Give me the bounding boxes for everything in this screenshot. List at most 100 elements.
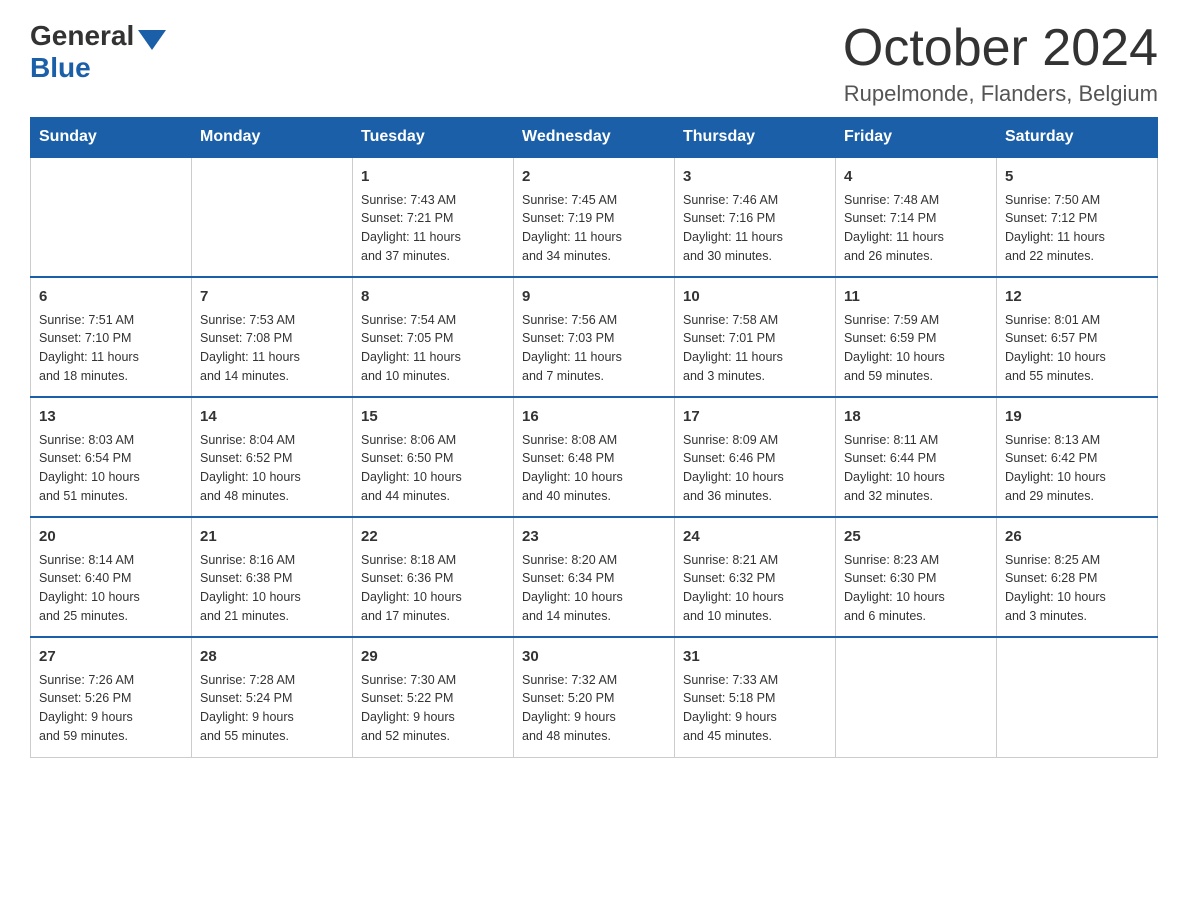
calendar-header-cell: Wednesday — [514, 118, 675, 158]
day-info: Sunrise: 7:28 AMSunset: 5:24 PMDaylight:… — [200, 671, 344, 746]
logo: General Blue — [30, 20, 170, 84]
day-info: Sunrise: 8:13 AMSunset: 6:42 PMDaylight:… — [1005, 431, 1149, 506]
day-info: Sunrise: 8:16 AMSunset: 6:38 PMDaylight:… — [200, 551, 344, 626]
calendar-day-cell: 21Sunrise: 8:16 AMSunset: 6:38 PMDayligh… — [192, 517, 353, 637]
day-number: 5 — [1005, 166, 1149, 189]
day-number: 14 — [200, 406, 344, 429]
calendar-day-cell: 24Sunrise: 8:21 AMSunset: 6:32 PMDayligh… — [675, 517, 836, 637]
day-info: Sunrise: 8:23 AMSunset: 6:30 PMDaylight:… — [844, 551, 988, 626]
day-info: Sunrise: 7:45 AMSunset: 7:19 PMDaylight:… — [522, 191, 666, 266]
logo-blue-text: Blue — [30, 52, 91, 84]
calendar-header-cell: Tuesday — [353, 118, 514, 158]
page-header: General Blue October 2024 Rupelmonde, Fl… — [30, 20, 1158, 107]
day-number: 10 — [683, 286, 827, 309]
calendar-body: 1Sunrise: 7:43 AMSunset: 7:21 PMDaylight… — [31, 157, 1158, 757]
calendar-day-cell: 1Sunrise: 7:43 AMSunset: 7:21 PMDaylight… — [353, 157, 514, 277]
day-number: 6 — [39, 286, 183, 309]
calendar-day-cell: 10Sunrise: 7:58 AMSunset: 7:01 PMDayligh… — [675, 277, 836, 397]
calendar-day-cell: 3Sunrise: 7:46 AMSunset: 7:16 PMDaylight… — [675, 157, 836, 277]
day-info: Sunrise: 8:09 AMSunset: 6:46 PMDaylight:… — [683, 431, 827, 506]
calendar-day-cell: 8Sunrise: 7:54 AMSunset: 7:05 PMDaylight… — [353, 277, 514, 397]
day-info: Sunrise: 8:03 AMSunset: 6:54 PMDaylight:… — [39, 431, 183, 506]
day-info: Sunrise: 8:25 AMSunset: 6:28 PMDaylight:… — [1005, 551, 1149, 626]
calendar-day-cell: 20Sunrise: 8:14 AMSunset: 6:40 PMDayligh… — [31, 517, 192, 637]
day-number: 11 — [844, 286, 988, 309]
day-info: Sunrise: 7:54 AMSunset: 7:05 PMDaylight:… — [361, 311, 505, 386]
day-info: Sunrise: 7:46 AMSunset: 7:16 PMDaylight:… — [683, 191, 827, 266]
calendar-day-cell: 25Sunrise: 8:23 AMSunset: 6:30 PMDayligh… — [836, 517, 997, 637]
day-number: 29 — [361, 646, 505, 669]
location-title: Rupelmonde, Flanders, Belgium — [843, 81, 1158, 107]
day-info: Sunrise: 7:59 AMSunset: 6:59 PMDaylight:… — [844, 311, 988, 386]
day-number: 19 — [1005, 406, 1149, 429]
day-number: 12 — [1005, 286, 1149, 309]
calendar-week-row: 13Sunrise: 8:03 AMSunset: 6:54 PMDayligh… — [31, 397, 1158, 517]
calendar-day-cell: 11Sunrise: 7:59 AMSunset: 6:59 PMDayligh… — [836, 277, 997, 397]
day-info: Sunrise: 8:01 AMSunset: 6:57 PMDaylight:… — [1005, 311, 1149, 386]
day-info: Sunrise: 7:53 AMSunset: 7:08 PMDaylight:… — [200, 311, 344, 386]
day-number: 31 — [683, 646, 827, 669]
day-info: Sunrise: 7:51 AMSunset: 7:10 PMDaylight:… — [39, 311, 183, 386]
calendar-week-row: 20Sunrise: 8:14 AMSunset: 6:40 PMDayligh… — [31, 517, 1158, 637]
calendar-day-cell: 16Sunrise: 8:08 AMSunset: 6:48 PMDayligh… — [514, 397, 675, 517]
day-number: 22 — [361, 526, 505, 549]
day-number: 7 — [200, 286, 344, 309]
day-info: Sunrise: 8:04 AMSunset: 6:52 PMDaylight:… — [200, 431, 344, 506]
calendar-day-cell — [192, 157, 353, 277]
day-number: 27 — [39, 646, 183, 669]
day-info: Sunrise: 8:11 AMSunset: 6:44 PMDaylight:… — [844, 431, 988, 506]
month-title: October 2024 — [843, 20, 1158, 77]
calendar-day-cell: 5Sunrise: 7:50 AMSunset: 7:12 PMDaylight… — [997, 157, 1158, 277]
day-number: 8 — [361, 286, 505, 309]
day-number: 18 — [844, 406, 988, 429]
calendar-day-cell: 2Sunrise: 7:45 AMSunset: 7:19 PMDaylight… — [514, 157, 675, 277]
calendar-day-cell — [31, 157, 192, 277]
calendar-day-cell: 7Sunrise: 7:53 AMSunset: 7:08 PMDaylight… — [192, 277, 353, 397]
calendar-day-cell: 30Sunrise: 7:32 AMSunset: 5:20 PMDayligh… — [514, 637, 675, 757]
calendar-day-cell: 27Sunrise: 7:26 AMSunset: 5:26 PMDayligh… — [31, 637, 192, 757]
calendar-day-cell: 4Sunrise: 7:48 AMSunset: 7:14 PMDaylight… — [836, 157, 997, 277]
calendar-week-row: 27Sunrise: 7:26 AMSunset: 5:26 PMDayligh… — [31, 637, 1158, 757]
calendar-header-cell: Sunday — [31, 118, 192, 158]
day-info: Sunrise: 7:33 AMSunset: 5:18 PMDaylight:… — [683, 671, 827, 746]
calendar-week-row: 1Sunrise: 7:43 AMSunset: 7:21 PMDaylight… — [31, 157, 1158, 277]
calendar-header: SundayMondayTuesdayWednesdayThursdayFrid… — [31, 118, 1158, 158]
day-number: 25 — [844, 526, 988, 549]
day-number: 3 — [683, 166, 827, 189]
day-number: 21 — [200, 526, 344, 549]
day-info: Sunrise: 8:14 AMSunset: 6:40 PMDaylight:… — [39, 551, 183, 626]
day-info: Sunrise: 7:56 AMSunset: 7:03 PMDaylight:… — [522, 311, 666, 386]
day-number: 13 — [39, 406, 183, 429]
calendar-day-cell: 14Sunrise: 8:04 AMSunset: 6:52 PMDayligh… — [192, 397, 353, 517]
calendar-day-cell: 12Sunrise: 8:01 AMSunset: 6:57 PMDayligh… — [997, 277, 1158, 397]
day-number: 20 — [39, 526, 183, 549]
calendar-day-cell: 17Sunrise: 8:09 AMSunset: 6:46 PMDayligh… — [675, 397, 836, 517]
day-number: 9 — [522, 286, 666, 309]
day-info: Sunrise: 7:58 AMSunset: 7:01 PMDaylight:… — [683, 311, 827, 386]
calendar-header-cell: Thursday — [675, 118, 836, 158]
day-number: 24 — [683, 526, 827, 549]
day-number: 2 — [522, 166, 666, 189]
day-info: Sunrise: 7:26 AMSunset: 5:26 PMDaylight:… — [39, 671, 183, 746]
day-info: Sunrise: 7:48 AMSunset: 7:14 PMDaylight:… — [844, 191, 988, 266]
calendar-day-cell: 23Sunrise: 8:20 AMSunset: 6:34 PMDayligh… — [514, 517, 675, 637]
calendar-day-cell: 28Sunrise: 7:28 AMSunset: 5:24 PMDayligh… — [192, 637, 353, 757]
calendar-day-cell: 6Sunrise: 7:51 AMSunset: 7:10 PMDaylight… — [31, 277, 192, 397]
day-number: 23 — [522, 526, 666, 549]
calendar-day-cell: 19Sunrise: 8:13 AMSunset: 6:42 PMDayligh… — [997, 397, 1158, 517]
calendar-day-cell: 26Sunrise: 8:25 AMSunset: 6:28 PMDayligh… — [997, 517, 1158, 637]
day-number: 4 — [844, 166, 988, 189]
day-number: 26 — [1005, 526, 1149, 549]
title-block: October 2024 Rupelmonde, Flanders, Belgi… — [843, 20, 1158, 107]
day-number: 1 — [361, 166, 505, 189]
calendar-header-row: SundayMondayTuesdayWednesdayThursdayFrid… — [31, 118, 1158, 158]
logo-triangle-icon — [138, 30, 166, 50]
calendar-day-cell — [836, 637, 997, 757]
day-info: Sunrise: 7:43 AMSunset: 7:21 PMDaylight:… — [361, 191, 505, 266]
day-info: Sunrise: 8:08 AMSunset: 6:48 PMDaylight:… — [522, 431, 666, 506]
day-number: 16 — [522, 406, 666, 429]
day-number: 28 — [200, 646, 344, 669]
day-number: 17 — [683, 406, 827, 429]
calendar-week-row: 6Sunrise: 7:51 AMSunset: 7:10 PMDaylight… — [31, 277, 1158, 397]
logo-general-text: General — [30, 20, 134, 52]
